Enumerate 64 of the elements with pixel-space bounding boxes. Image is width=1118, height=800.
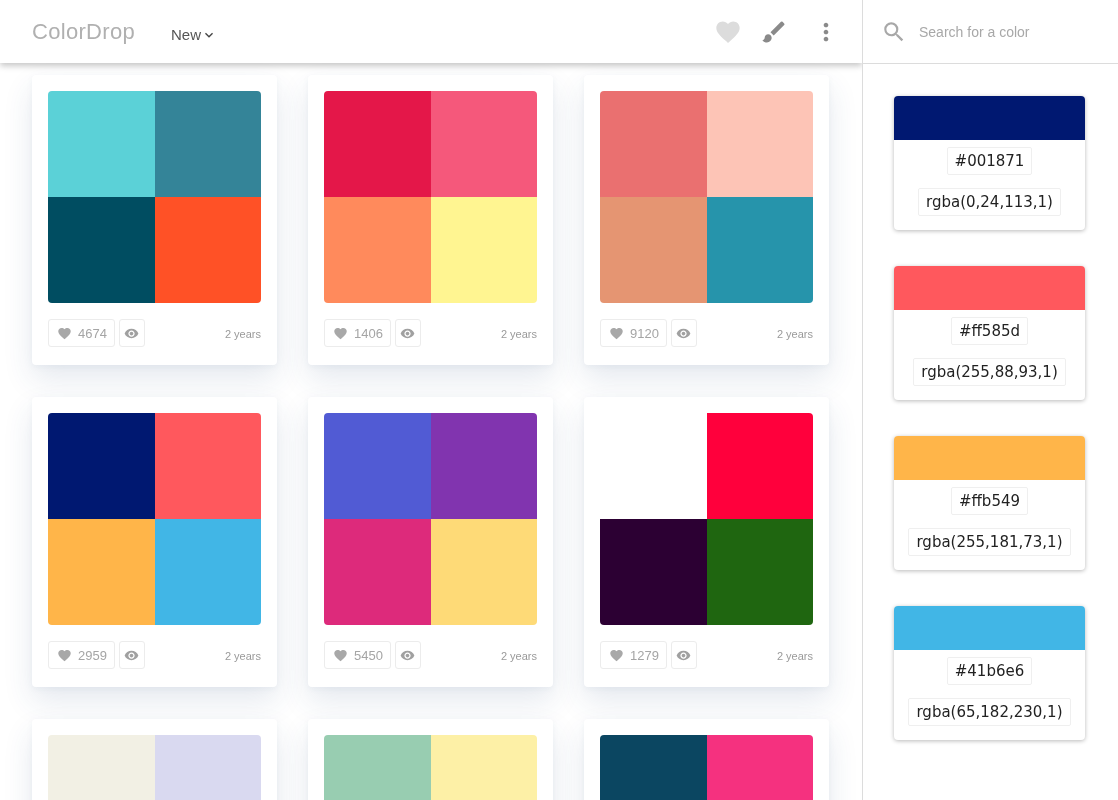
age-text: 2 years <box>224 328 261 340</box>
logo[interactable]: ColorDrop <box>32 18 135 45</box>
color-swatch[interactable] <box>430 519 537 625</box>
search-field[interactable]: Search for a color <box>919 19 1099 44</box>
like-button[interactable]: 1406 <box>324 319 391 347</box>
color-swatch[interactable] <box>48 519 155 625</box>
age-text: 2 years <box>500 650 537 662</box>
like-button[interactable]: 9120 <box>600 319 667 347</box>
color-swatch[interactable] <box>430 197 537 303</box>
heart-icon <box>333 647 348 663</box>
view-button[interactable] <box>118 319 145 347</box>
view-button[interactable] <box>394 319 421 347</box>
heart-icon <box>57 325 72 341</box>
age-text: 2 years <box>224 650 261 662</box>
palette-card[interactable]: 1279 2 years <box>584 397 829 687</box>
color-swatch[interactable] <box>48 91 155 197</box>
color-swatch[interactable] <box>154 197 261 303</box>
color-swatch[interactable] <box>48 413 155 519</box>
color-swatch[interactable] <box>324 519 431 625</box>
heart-icon <box>609 325 624 341</box>
rgba-code[interactable]: rgba(0,24,113,1) <box>918 188 1061 216</box>
color-swatch[interactable] <box>706 413 813 519</box>
like-button[interactable]: 5450 <box>324 641 391 669</box>
rgba-code[interactable]: rgba(255,181,73,1) <box>908 528 1071 556</box>
color-swatch[interactable] <box>600 197 707 303</box>
age-text: 2 years <box>776 650 813 662</box>
color-swatch[interactable] <box>430 91 537 197</box>
hex-code[interactable]: #ffb549 <box>950 487 1029 515</box>
view-button[interactable] <box>670 319 697 347</box>
heart-icon <box>333 325 348 341</box>
like-button[interactable]: 4674 <box>48 319 115 347</box>
like-button[interactable]: 1279 <box>600 641 667 669</box>
color-swatch[interactable] <box>600 519 707 625</box>
color-swatch[interactable] <box>706 519 813 625</box>
rgba-code[interactable]: rgba(65,182,230,1) <box>908 698 1071 726</box>
palette-card[interactable]: 9120 2 years <box>584 75 829 365</box>
sort-dropdown[interactable]: New <box>170 25 217 43</box>
view-button[interactable] <box>118 641 145 669</box>
age-text: 2 years <box>500 328 537 340</box>
color-swatch[interactable] <box>154 519 261 625</box>
palette-card[interactable]: 4674 2 years <box>32 75 277 365</box>
hex-code[interactable]: #001871 <box>946 147 1033 175</box>
color-swatch[interactable] <box>600 91 707 197</box>
view-button[interactable] <box>394 641 421 669</box>
heart-icon <box>609 647 624 663</box>
color-swatch[interactable] <box>48 197 155 303</box>
hex-code[interactable]: #41b6e6 <box>946 657 1033 685</box>
palette-card[interactable]: 2959 2 years <box>32 397 277 687</box>
color-swatch[interactable] <box>154 91 261 197</box>
color-swatch[interactable] <box>430 413 537 519</box>
hex-code[interactable]: #ff585d <box>950 317 1029 345</box>
like-button[interactable]: 2959 <box>48 641 115 669</box>
palette-card[interactable]: 1406 2 years <box>308 75 553 365</box>
age-text: 2 years <box>776 328 813 340</box>
view-button[interactable] <box>670 641 697 669</box>
heart-icon <box>57 647 72 663</box>
rgba-code[interactable]: rgba(255,88,93,1) <box>913 358 1066 386</box>
color-swatch[interactable] <box>706 197 813 303</box>
color-swatch[interactable] <box>324 413 431 519</box>
color-swatch[interactable] <box>706 91 813 197</box>
color-swatch[interactable] <box>324 91 431 197</box>
palette-card[interactable]: 5450 2 years <box>308 397 553 687</box>
color-swatch[interactable] <box>154 413 261 519</box>
color-swatch[interactable] <box>324 197 431 303</box>
